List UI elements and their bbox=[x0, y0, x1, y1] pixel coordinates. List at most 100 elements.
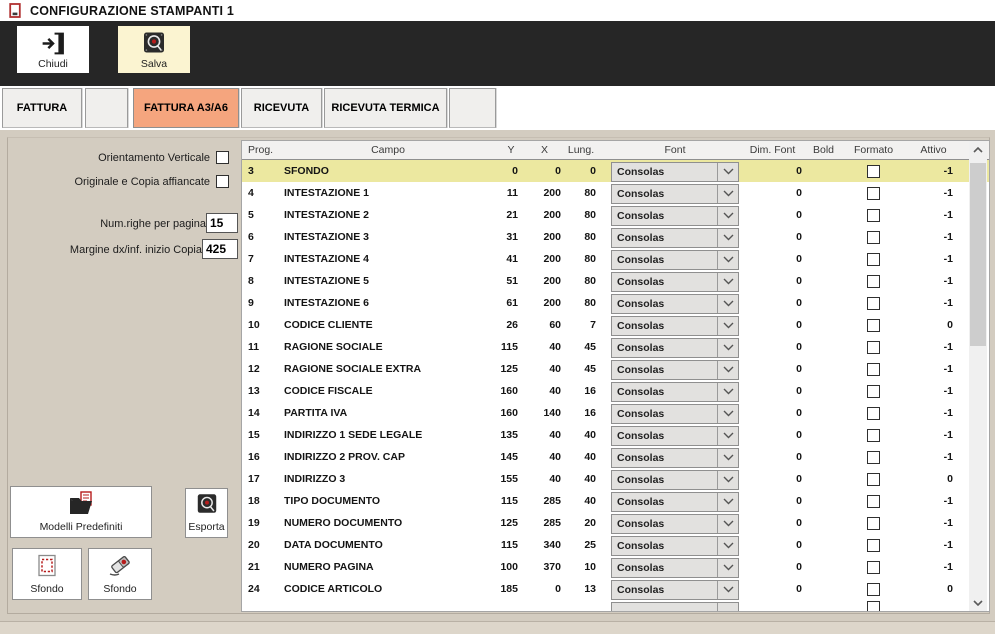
tab-empty-2[interactable] bbox=[449, 88, 496, 128]
table-scrollbar[interactable] bbox=[969, 141, 987, 611]
font-dropdown[interactable]: Consolas bbox=[611, 206, 739, 226]
font-dropdown[interactable]: Consolas bbox=[611, 272, 739, 292]
tab-ricevuta-termica[interactable]: RICEVUTA TERMICA bbox=[324, 88, 447, 128]
font-dropdown[interactable]: Consolas bbox=[611, 382, 739, 402]
table-row[interactable]: 3 SFONDO 0 0 0 Consolas 0 -1 bbox=[242, 160, 989, 182]
chevron-down-icon[interactable] bbox=[717, 449, 738, 467]
table-row[interactable]: 19 NUMERO DOCUMENTO 125 285 20 Consolas … bbox=[242, 512, 989, 534]
formato-checkbox[interactable] bbox=[867, 363, 880, 376]
formato-checkbox[interactable] bbox=[867, 517, 880, 530]
table-row[interactable]: 21 NUMERO PAGINA 100 370 10 Consolas 0 -… bbox=[242, 556, 989, 578]
table-row[interactable]: 11 RAGIONE SOCIALE 115 40 45 Consolas 0 … bbox=[242, 336, 989, 358]
font-dropdown[interactable]: Consolas bbox=[611, 404, 739, 424]
table-row[interactable]: 17 INDIRIZZO 3 155 40 40 Consolas 0 0 bbox=[242, 468, 989, 490]
table-row[interactable]: 12 RAGIONE SOCIALE EXTRA 125 40 45 Conso… bbox=[242, 358, 989, 380]
chevron-down-icon[interactable] bbox=[717, 537, 738, 555]
table-row[interactable]: 5 INTESTAZIONE 2 21 200 80 Consolas 0 -1 bbox=[242, 204, 989, 226]
table-row[interactable]: 14 PARTITA IVA 160 140 16 Consolas 0 -1 bbox=[242, 402, 989, 424]
table-row[interactable]: 16 INDIRIZZO 2 PROV. CAP 145 40 40 Conso… bbox=[242, 446, 989, 468]
chevron-down-icon[interactable] bbox=[717, 515, 738, 533]
formato-checkbox[interactable] bbox=[867, 429, 880, 442]
chevron-down-icon[interactable] bbox=[717, 339, 738, 357]
scroll-up-arrow-icon[interactable] bbox=[969, 141, 987, 158]
table-row[interactable]: 7 INTESTAZIONE 4 41 200 80 Consolas 0 -1 bbox=[242, 248, 989, 270]
formato-checkbox[interactable] bbox=[867, 473, 880, 486]
formato-checkbox[interactable] bbox=[867, 539, 880, 552]
copy-margin-input[interactable] bbox=[202, 239, 238, 259]
font-dropdown[interactable]: Consolas bbox=[611, 514, 739, 534]
scrollbar-thumb[interactable] bbox=[970, 163, 986, 346]
table-row[interactable]: 4 INTESTAZIONE 1 11 200 80 Consolas 0 -1 bbox=[242, 182, 989, 204]
font-dropdown[interactable]: Consolas bbox=[611, 448, 739, 468]
side-by-side-checkbox[interactable] bbox=[216, 175, 229, 188]
formato-checkbox[interactable] bbox=[867, 253, 880, 266]
tab-fattura-a3-a6[interactable]: FATTURA A3/A6 bbox=[133, 88, 239, 128]
formato-checkbox[interactable] bbox=[867, 341, 880, 354]
chevron-down-icon[interactable] bbox=[717, 581, 738, 599]
table-row[interactable]: 9 INTESTAZIONE 6 61 200 80 Consolas 0 -1 bbox=[242, 292, 989, 314]
chevron-down-icon[interactable] bbox=[717, 559, 738, 577]
table-row[interactable]: 6 INTESTAZIONE 3 31 200 80 Consolas 0 -1 bbox=[242, 226, 989, 248]
chevron-down-icon[interactable] bbox=[717, 273, 738, 291]
chevron-down-icon[interactable] bbox=[717, 185, 738, 203]
chevron-down-icon[interactable] bbox=[717, 427, 738, 445]
predefined-models-button[interactable]: Modelli Predefiniti bbox=[10, 486, 152, 538]
chevron-down-icon[interactable] bbox=[717, 361, 738, 379]
formato-checkbox[interactable] bbox=[867, 231, 880, 244]
font-dropdown[interactable]: Consolas bbox=[611, 580, 739, 600]
font-dropdown[interactable]: Consolas bbox=[611, 492, 739, 512]
background-select-button[interactable]: Sfondo bbox=[12, 548, 82, 600]
formato-checkbox[interactable] bbox=[867, 187, 880, 200]
font-dropdown[interactable]: Consolas bbox=[611, 162, 739, 182]
orientation-checkbox[interactable] bbox=[216, 151, 229, 164]
font-dropdown[interactable]: Consolas bbox=[611, 558, 739, 578]
chevron-down-icon[interactable] bbox=[717, 317, 738, 335]
formato-checkbox[interactable] bbox=[867, 495, 880, 508]
close-button[interactable]: Chiudi bbox=[17, 26, 89, 73]
table-row[interactable]: 13 CODICE FISCALE 160 40 16 Consolas 0 -… bbox=[242, 380, 989, 402]
font-dropdown[interactable]: Consolas bbox=[611, 360, 739, 380]
chevron-down-icon[interactable] bbox=[717, 207, 738, 225]
save-button[interactable]: Salva bbox=[118, 26, 190, 73]
chevron-down-icon[interactable] bbox=[717, 405, 738, 423]
formato-checkbox[interactable] bbox=[867, 407, 880, 420]
formato-checkbox[interactable] bbox=[867, 583, 880, 596]
formato-checkbox[interactable] bbox=[867, 319, 880, 332]
formato-checkbox[interactable] bbox=[867, 209, 880, 222]
background-erase-button[interactable]: Sfondo bbox=[88, 548, 152, 600]
export-button[interactable]: Esporta bbox=[185, 488, 228, 538]
chevron-down-icon[interactable] bbox=[717, 163, 738, 181]
font-dropdown[interactable]: Consolas bbox=[611, 426, 739, 446]
chevron-down-icon[interactable] bbox=[717, 383, 738, 401]
tab-fattura[interactable]: FATTURA bbox=[2, 88, 82, 128]
tab-ricevuta[interactable]: RICEVUTA bbox=[241, 88, 322, 128]
rows-per-page-input[interactable] bbox=[206, 213, 238, 233]
table-row[interactable]: 10 CODICE CLIENTE 26 60 7 Consolas 0 0 bbox=[242, 314, 989, 336]
chevron-down-icon[interactable] bbox=[717, 471, 738, 489]
formato-checkbox[interactable] bbox=[867, 561, 880, 574]
font-dropdown[interactable]: Consolas bbox=[611, 250, 739, 270]
tab-empty-1[interactable] bbox=[85, 88, 128, 128]
chevron-down-icon[interactable] bbox=[717, 251, 738, 269]
font-dropdown[interactable]: Consolas bbox=[611, 184, 739, 204]
font-dropdown[interactable]: Consolas bbox=[611, 338, 739, 358]
font-dropdown[interactable]: Consolas bbox=[611, 536, 739, 556]
table-row[interactable]: 15 INDIRIZZO 1 SEDE LEGALE 135 40 40 Con… bbox=[242, 424, 989, 446]
formato-checkbox[interactable] bbox=[867, 165, 880, 178]
formato-checkbox[interactable] bbox=[867, 275, 880, 288]
chevron-down-icon[interactable] bbox=[717, 229, 738, 247]
font-dropdown[interactable]: Consolas bbox=[611, 316, 739, 336]
table-row[interactable]: 24 CODICE ARTICOLO 185 0 13 Consolas 0 0 bbox=[242, 578, 989, 600]
table-row[interactable]: 18 TIPO DOCUMENTO 115 285 40 Consolas 0 … bbox=[242, 490, 989, 512]
formato-checkbox[interactable] bbox=[867, 385, 880, 398]
formato-checkbox[interactable] bbox=[867, 451, 880, 464]
chevron-down-icon[interactable] bbox=[717, 493, 738, 511]
table-row[interactable]: 20 DATA DOCUMENTO 115 340 25 Consolas 0 … bbox=[242, 534, 989, 556]
table-row[interactable]: 8 INTESTAZIONE 5 51 200 80 Consolas 0 -1 bbox=[242, 270, 989, 292]
scroll-down-arrow-icon[interactable] bbox=[969, 594, 987, 611]
font-dropdown[interactable]: Consolas bbox=[611, 470, 739, 490]
font-dropdown[interactable]: Consolas bbox=[611, 228, 739, 248]
chevron-down-icon[interactable] bbox=[717, 295, 738, 313]
formato-checkbox[interactable] bbox=[867, 297, 880, 310]
font-dropdown[interactable]: Consolas bbox=[611, 294, 739, 314]
